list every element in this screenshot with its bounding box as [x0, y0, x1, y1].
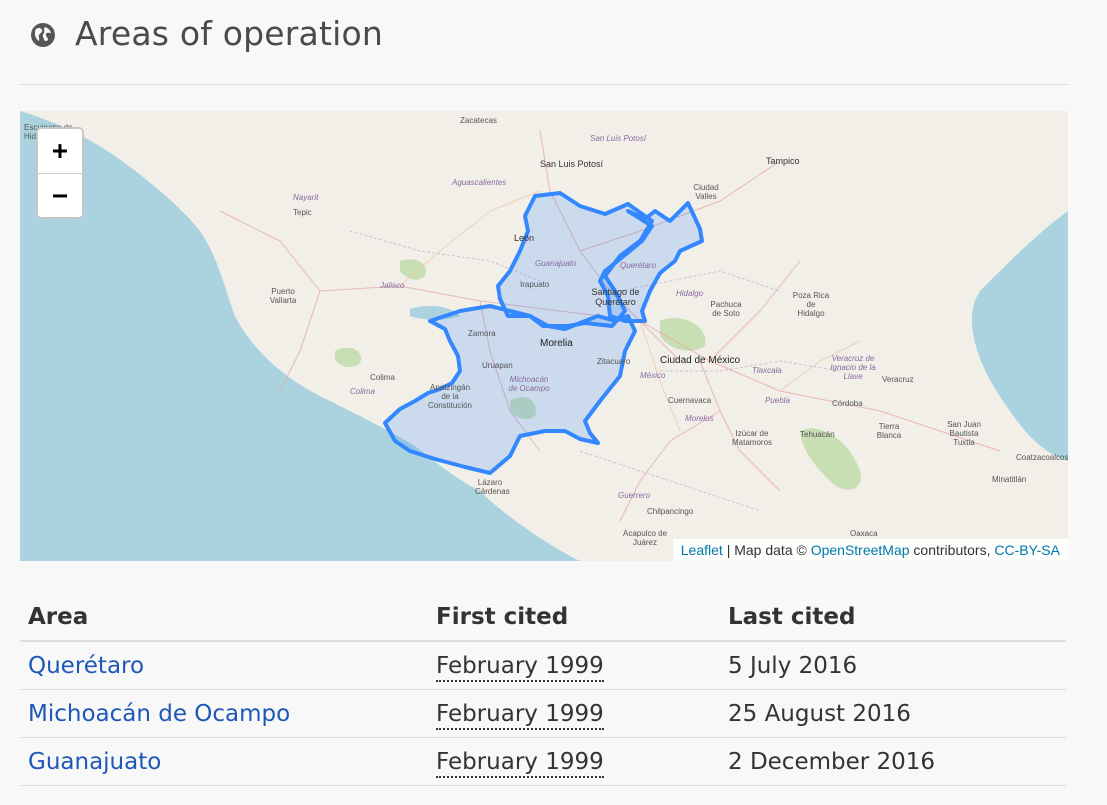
map-label: Michoacán de Ocampo	[508, 375, 550, 393]
map-label: León	[514, 233, 535, 243]
page-title: Areas of operation	[75, 14, 383, 53]
map-label: Nayarit	[293, 193, 319, 202]
map-attribution: Leaflet | Map data © OpenStreetMap contr…	[672, 539, 1068, 561]
map-label: Guanajuato	[535, 259, 577, 268]
area-link[interactable]: Querétaro	[28, 653, 144, 679]
map-label: Irapuato	[520, 280, 550, 289]
column-header-last-cited: Last cited	[720, 594, 1066, 642]
map-label: Puerto Vallarta	[269, 287, 297, 305]
zoom-control: + −	[36, 127, 84, 219]
areas-table: Area First cited Last cited Querétaro Fe…	[20, 594, 1066, 786]
map-label: San Luis Potosí	[590, 134, 647, 143]
area-cell: Querétaro	[20, 641, 428, 690]
first-cited-date[interactable]: February 1999	[436, 700, 604, 730]
first-cited-date[interactable]: February 1999	[436, 748, 604, 778]
map-label: Zamora	[468, 329, 496, 338]
map-label: Colima	[370, 373, 395, 382]
map-label: Ciudad Valles	[693, 183, 719, 201]
first-cited-cell: February 1999	[428, 737, 720, 786]
map-label: Córdoba	[832, 399, 863, 408]
map-label: México	[640, 371, 666, 380]
section-header: Areas of operation	[20, 0, 1068, 85]
map-label: Santiago de Querétaro	[591, 287, 640, 307]
first-cited-cell: February 1999	[428, 641, 720, 690]
last-cited-cell: 2 December 2016	[720, 737, 1066, 786]
map-label: Zitacuaro	[597, 357, 631, 366]
map-label: Coatzacoalcos	[1016, 453, 1068, 462]
map-label: Morelos	[685, 414, 714, 423]
map-label: Poza Rica de Hidalgo	[792, 291, 830, 318]
area-link[interactable]: Guanajuato	[28, 749, 161, 775]
attribution-text: | Map data ©	[722, 542, 811, 558]
map-label: San Juan Bautista Tuxtla	[947, 420, 981, 447]
map-label: Izúcar de Matamoros	[732, 429, 773, 447]
map-label: Puebla	[765, 396, 790, 405]
map-label: Veracruz	[882, 375, 914, 384]
map-label: Guerrero	[618, 491, 651, 500]
map-label: Veracruz de Ignacio de la Llave	[830, 354, 876, 381]
map-label: Apatzingán de la Constitución	[427, 383, 473, 410]
map-label: Tlaxcala	[752, 366, 782, 375]
globe-icon	[31, 23, 55, 47]
license-link[interactable]: CC-BY-SA	[994, 542, 1060, 558]
map-label: Chilpancingo	[647, 507, 694, 516]
last-cited-cell: 5 July 2016	[720, 641, 1066, 690]
map-label: Querétaro	[620, 261, 657, 270]
map-label: Lázaro Cárdenas	[475, 478, 510, 496]
areas-overlay[interactable]	[20, 111, 1068, 561]
map-label: Pachuca de Soto	[710, 300, 742, 318]
map-view[interactable]: Zacatecas San Luis Potosí San Luis Potos…	[20, 111, 1068, 561]
map-label: Tampico	[766, 156, 800, 166]
first-cited-cell: February 1999	[428, 689, 720, 738]
column-header-first-cited: First cited	[428, 594, 720, 642]
map-label: Aguascalientes	[452, 178, 507, 187]
openstreetmap-link[interactable]: OpenStreetMap	[811, 542, 910, 558]
area-link[interactable]: Michoacán de Ocampo	[28, 701, 290, 727]
map-label: Zacatecas	[460, 116, 497, 125]
column-header-area: Area	[20, 594, 428, 642]
map-label: Ciudad de México	[660, 355, 741, 366]
map-label: Oaxaca	[850, 529, 878, 538]
zoom-out-button[interactable]: −	[38, 174, 82, 217]
map-label: Minatitlán	[992, 475, 1027, 484]
table-header-row: Area First cited Last cited	[20, 594, 1066, 642]
map-label: Hidalgo	[676, 289, 704, 298]
map-label: San Luis Potosí	[540, 159, 604, 169]
map-label: Tierra Blanca	[876, 422, 902, 440]
map-label: Cuernavaca	[668, 396, 712, 405]
area-cell: Michoacán de Ocampo	[20, 689, 428, 738]
last-cited-cell: 25 August 2016	[720, 689, 1066, 738]
map-label: Morelia	[540, 338, 573, 349]
table-row: Querétaro February 1999 5 July 2016	[20, 641, 1066, 690]
first-cited-date[interactable]: February 1999	[436, 652, 604, 682]
map-label: Uruapan	[482, 361, 513, 370]
leaflet-link[interactable]: Leaflet	[681, 542, 723, 558]
zoom-in-button[interactable]: +	[38, 129, 82, 174]
area-cell: Guanajuato	[20, 737, 428, 786]
table-row: Michoacán de Ocampo February 1999 25 Aug…	[20, 689, 1066, 738]
map-label: Tepic	[293, 208, 312, 217]
map-label: Tehuacán	[800, 430, 835, 439]
map-label: Colima	[350, 387, 375, 396]
map-label: Jalisco	[380, 281, 405, 290]
table-row: Guanajuato February 1999 2 December 2016	[20, 737, 1066, 786]
attribution-contributors: contributors,	[909, 542, 995, 558]
map-label: Acapulco de Juárez	[622, 529, 668, 547]
